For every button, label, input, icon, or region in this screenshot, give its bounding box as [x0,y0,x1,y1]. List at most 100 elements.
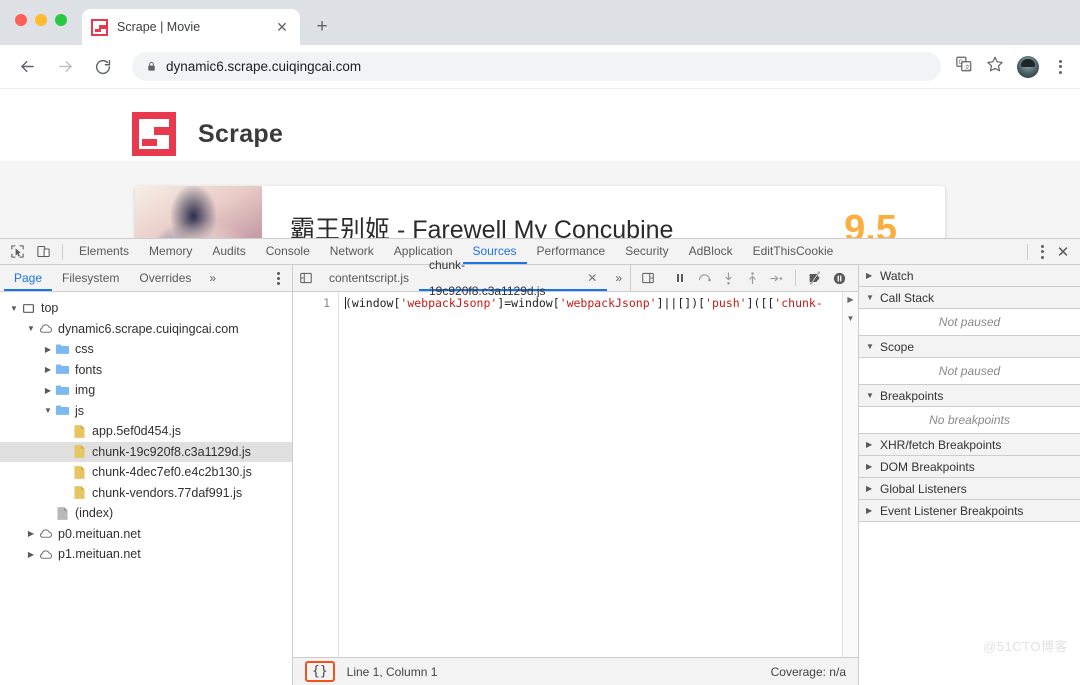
step-out-icon[interactable] [741,265,763,291]
devtools-tab-bar-actions: ✕ [1021,243,1076,261]
sidebar-section-header[interactable]: ▼ Breakpoints [859,385,1080,407]
file-tree-row[interactable]: ▶ img [0,380,292,401]
file-tree-row[interactable]: ▶chunk-4dec7ef0.e4c2b130.js [0,462,292,483]
chevron-right-icon[interactable]: ▶ [847,295,853,304]
chevron-down-icon[interactable]: ▼ [25,324,37,333]
profile-avatar[interactable] [1017,55,1039,78]
chevron-right-icon[interactable]: ▶ [42,386,54,395]
navigator-tab-bar: Page Filesystem Overrides » [0,265,292,292]
pause-on-exceptions-icon[interactable] [828,265,850,291]
pretty-print-button[interactable]: {} [305,661,335,682]
chevron-right-icon[interactable]: ▶ [42,365,54,374]
chevron-down-icon[interactable]: ▼ [866,391,875,400]
sidebar-section-header[interactable]: ▶ Global Listeners [859,478,1080,500]
file-tree-row[interactable]: ▼ top [0,298,292,319]
sidebar-section-body: No breakpoints [859,407,1080,434]
chevron-down-icon[interactable]: ▼ [847,314,855,323]
address-bar[interactable]: dynamic6.scrape.cuiqingcai.com [132,52,941,81]
chevron-right-icon[interactable]: ▶ [866,271,875,280]
code-line[interactable]: (window['webpackJsonp']=window['webpackJ… [339,292,842,657]
editor-tab-chunk[interactable]: chunk-19c920f8.c3a1129d.js ✕ [419,258,607,298]
device-toolbar-icon[interactable] [30,240,56,264]
chevron-right-icon[interactable]: ▶ [25,550,37,559]
chevron-down-icon[interactable]: ▼ [866,342,875,351]
navigator-options-icon[interactable] [270,271,292,285]
file-tree-label: app.5ef0d454.js [92,424,181,439]
reload-icon[interactable] [88,52,118,82]
step-icon[interactable] [765,265,787,291]
file-tree-row[interactable]: ▶ p0.meituan.net [0,524,292,545]
devtools-tab-security[interactable]: Security [615,239,678,264]
js-file-icon [71,465,88,480]
chevron-right-icon[interactable]: ▶ [866,462,875,471]
navigator-tab-page[interactable]: Page [4,265,52,291]
file-tree-row[interactable]: ▶chunk-19c920f8.c3a1129d.js [0,441,292,462]
navigator-more-tabs-icon[interactable]: » [201,271,224,285]
lock-icon [146,60,157,73]
file-tree-row[interactable]: ▶ css [0,339,292,360]
chevron-down-icon[interactable]: ▼ [42,406,54,415]
sidebar-section-header[interactable]: ▶ Watch [859,265,1080,287]
chrome-menu-icon[interactable] [1052,59,1068,74]
file-tree-label: dynamic6.scrape.cuiqingcai.com [58,321,239,336]
sidebar-section-header[interactable]: ▼ Call Stack [859,287,1080,309]
browser-tab[interactable]: Scrape | Movie ✕ [82,9,300,45]
file-tree-row[interactable]: ▼ dynamic6.scrape.cuiqingcai.com [0,319,292,340]
chevron-down-icon[interactable]: ▼ [866,293,875,302]
site-brand: Scrape [0,107,1080,161]
devtools-tab-memory[interactable]: Memory [139,239,202,264]
code-viewer[interactable]: 1 (window['webpackJsonp']=window['webpac… [293,292,858,657]
back-icon[interactable] [12,52,42,82]
sidebar-section-header[interactable]: ▶ XHR/fetch Breakpoints [859,434,1080,456]
chevron-down-icon[interactable]: ▼ [8,304,20,313]
chevron-right-icon[interactable]: ▶ [866,506,875,515]
navigator-tab-overrides[interactable]: Overrides [129,265,201,291]
sidebar-section-header[interactable]: ▶ Event Listener Breakpoints [859,500,1080,522]
close-icon[interactable]: ✕ [587,265,597,291]
sidebar-section-title: Global Listeners [880,481,967,496]
editor-more-tabs-icon[interactable]: » [607,271,630,285]
devtools-tab-elements[interactable]: Elements [69,239,139,264]
new-tab-button[interactable]: + [308,13,336,41]
deactivate-breakpoints-icon[interactable] [804,265,826,291]
file-tree-row[interactable]: ▶app.5ef0d454.js [0,421,292,442]
toolbar-icon-group: G文 [947,55,1068,78]
translate-icon[interactable]: G文 [955,55,973,78]
sidebar-section-header[interactable]: ▶ DOM Breakpoints [859,456,1080,478]
chevron-right-icon[interactable]: ▶ [866,440,875,449]
file-tree-row[interactable]: ▶ p1.meituan.net [0,544,292,565]
file-tree-row[interactable]: ▼ js [0,401,292,422]
pause-script-icon[interactable] [669,265,691,291]
devtools-tab-editthiscookie[interactable]: EditThisCookie [743,239,844,264]
devtools-tab-adblock[interactable]: AdBlock [679,239,743,264]
show-debugger-icon[interactable] [637,265,659,291]
step-into-icon[interactable] [717,265,739,291]
sidebar-section-header[interactable]: ▼ Scope [859,336,1080,358]
maximize-window-button[interactable] [55,14,67,26]
editor-tab-contentscript[interactable]: contentscript.js [319,265,419,291]
file-tree-row[interactable]: ▶ fonts [0,360,292,381]
forward-icon[interactable] [50,52,80,82]
chevron-right-icon[interactable]: ▶ [42,345,54,354]
line-number-gutter: 1 [293,292,339,657]
close-window-button[interactable] [15,14,27,26]
show-navigator-icon[interactable] [293,271,319,285]
minimize-window-button[interactable] [35,14,47,26]
chevron-right-icon[interactable]: ▶ [866,484,875,493]
step-over-icon[interactable] [693,265,715,291]
devtools-tab-console[interactable]: Console [256,239,320,264]
navigator-tab-filesystem[interactable]: Filesystem [52,265,129,291]
file-tree-label: fonts [75,362,103,377]
file-tree-row[interactable]: ▶chunk-vendors.77daf991.js [0,483,292,504]
file-tree-row[interactable]: ▶(index) [0,503,292,524]
devtools-tab-audits[interactable]: Audits [202,239,255,264]
inspect-element-icon[interactable] [4,240,30,264]
close-devtools-icon[interactable]: ✕ [1050,243,1076,261]
folder-icon [54,343,71,356]
bookmark-star-icon[interactable] [986,55,1004,78]
devtools-more-icon[interactable] [1034,244,1050,259]
devtools-tab-network[interactable]: Network [320,239,384,264]
close-icon[interactable]: ✕ [273,18,291,36]
chevron-right-icon[interactable]: ▶ [25,529,37,538]
editor-scroll-rail[interactable]: ▶ ▼ [842,292,858,657]
